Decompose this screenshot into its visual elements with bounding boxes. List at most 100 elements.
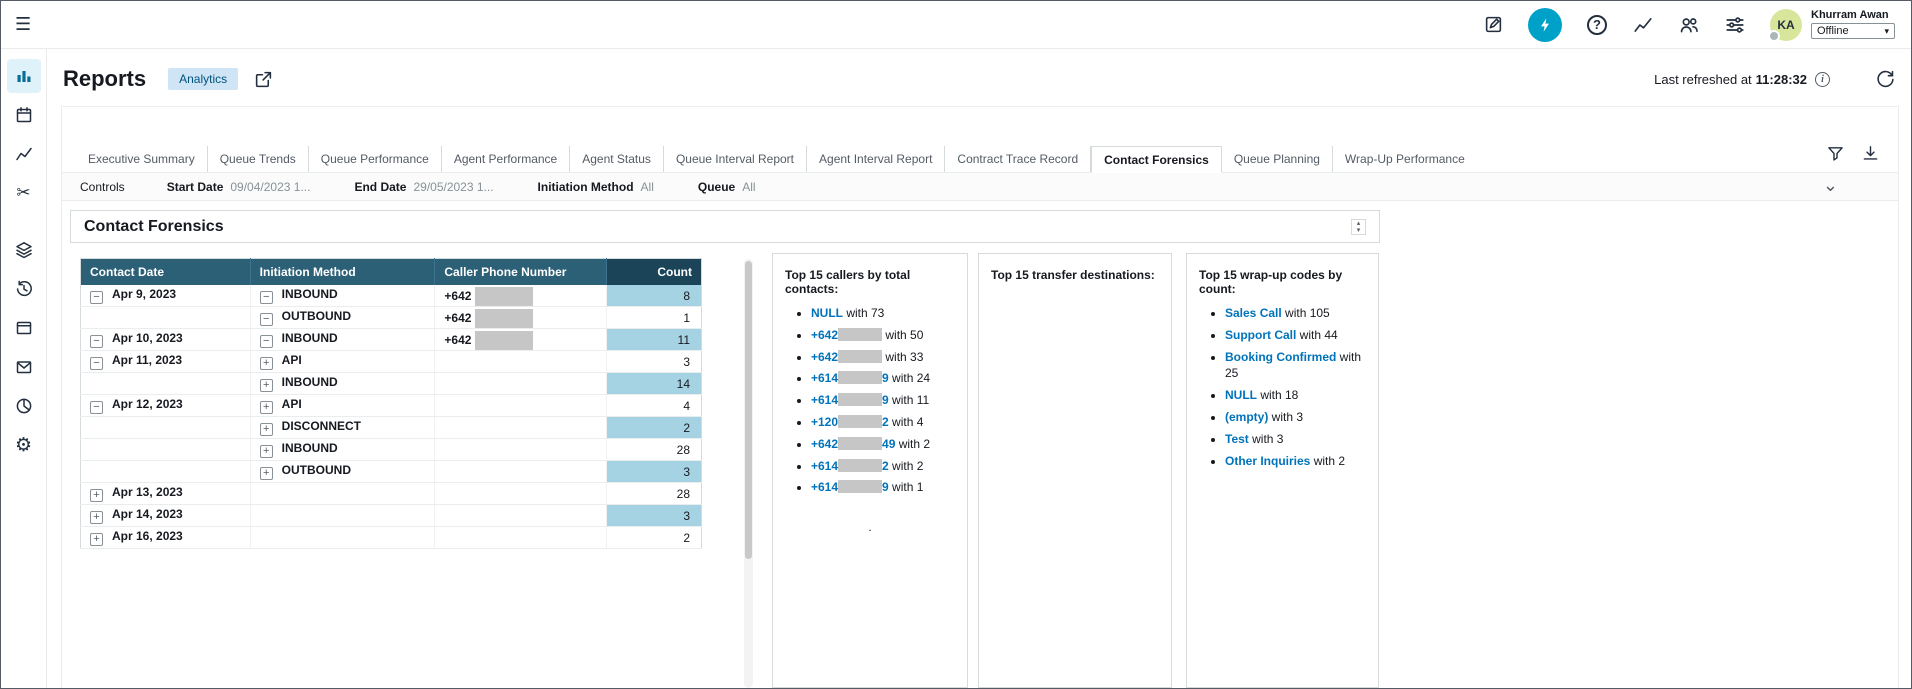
sidebar-item-window[interactable] xyxy=(7,311,41,345)
wrapup-item: Sales Call with 105 xyxy=(1225,305,1366,322)
scrollbar-thumb[interactable] xyxy=(745,261,752,559)
sidebar-item-gear[interactable] xyxy=(7,428,41,462)
reports-header: Reports Analytics Last refreshed at 11:2… xyxy=(63,61,1895,97)
sidebar-item-pie-chart[interactable] xyxy=(7,389,41,423)
wrapup-link[interactable]: Booking Confirmed xyxy=(1225,350,1336,364)
topbar: KA Khurram Awan Offline xyxy=(1,1,1911,49)
caller-link-suffix[interactable]: 9 xyxy=(882,393,889,407)
table-row: −Apr 12, 2023+API4 xyxy=(81,395,702,417)
card-actions xyxy=(1825,143,1880,163)
control-end-date[interactable]: End Date29/05/2023 1... xyxy=(354,180,493,194)
caller-link[interactable]: +120 xyxy=(811,415,838,429)
refresh-icon[interactable] xyxy=(1876,70,1895,89)
method-text: API xyxy=(282,353,302,367)
collapse-toggle-icon[interactable]: − xyxy=(260,335,273,348)
panel-title: Top 15 wrap-up codes by count: xyxy=(1199,268,1366,296)
sidebar-item-bar-chart[interactable] xyxy=(7,59,41,93)
caller-link[interactable]: NULL xyxy=(811,306,843,320)
tab-agent-performance[interactable]: Agent Performance xyxy=(442,146,570,172)
sidebar-item-line-chart[interactable] xyxy=(7,137,41,171)
tab-contract-trace-record[interactable]: Contract Trace Record xyxy=(945,146,1091,172)
expand-toggle-icon[interactable]: + xyxy=(260,379,273,392)
expand-toggle-icon[interactable]: + xyxy=(260,467,273,480)
expand-toggle-icon[interactable]: + xyxy=(260,357,273,370)
tab-agent-interval-report[interactable]: Agent Interval Report xyxy=(807,146,945,172)
status-dropdown[interactable]: Offline xyxy=(1811,23,1895,39)
caller-link[interactable]: +642 xyxy=(811,437,838,451)
hamburger-menu-icon[interactable] xyxy=(15,14,31,35)
sidebar-item-history[interactable] xyxy=(7,272,41,306)
collapse-toggle-icon[interactable]: − xyxy=(90,291,103,304)
tab-contact-forensics[interactable]: Contact Forensics xyxy=(1091,146,1222,173)
wrapup-link[interactable]: Support Call xyxy=(1225,328,1296,342)
caller-link[interactable]: +614 xyxy=(811,393,838,407)
cell-count: 3 xyxy=(607,505,702,527)
cell-caller-phone xyxy=(435,439,607,461)
sliders-icon[interactable] xyxy=(1724,14,1746,36)
lightning-icon[interactable] xyxy=(1528,8,1562,42)
cell-caller-phone xyxy=(435,395,607,417)
sidebar-item-layers[interactable] xyxy=(7,233,41,267)
caller-count: with 24 xyxy=(889,371,930,385)
download-icon[interactable] xyxy=(1860,143,1880,163)
caller-link-suffix[interactable]: 9 xyxy=(882,480,889,494)
caller-link[interactable]: +614 xyxy=(811,480,838,494)
sidebar-item-envelope[interactable] xyxy=(7,350,41,384)
tab-executive-summary[interactable]: Executive Summary xyxy=(76,146,208,172)
caller-link-suffix[interactable]: 2 xyxy=(882,415,889,429)
cell-count: 2 xyxy=(607,417,702,439)
cell-caller-phone xyxy=(435,351,607,373)
collapse-toggle-icon[interactable]: − xyxy=(260,313,273,326)
section-spinner[interactable] xyxy=(1351,219,1366,235)
question-icon[interactable] xyxy=(1586,14,1608,36)
caller-link-suffix[interactable]: 49 xyxy=(882,437,895,451)
external-link-icon[interactable] xyxy=(254,70,273,89)
expand-toggle-icon[interactable]: + xyxy=(260,401,273,414)
tab-queue-interval-report[interactable]: Queue Interval Report xyxy=(664,146,807,172)
wrapup-link[interactable]: Sales Call xyxy=(1225,306,1282,320)
wrapup-link[interactable]: Test xyxy=(1225,432,1249,446)
wrapup-link[interactable]: NULL xyxy=(1225,388,1257,402)
caller-link[interactable]: +642 xyxy=(811,328,838,342)
collapse-toggle-icon[interactable]: − xyxy=(90,335,103,348)
collapse-toggle-icon[interactable]: − xyxy=(260,291,273,304)
tab-queue-trends[interactable]: Queue Trends xyxy=(208,146,309,172)
note-icon[interactable] xyxy=(1482,14,1504,36)
caller-link-suffix[interactable]: 9 xyxy=(882,371,889,385)
wrapup-link[interactable]: (empty) xyxy=(1225,410,1268,424)
caller-link[interactable]: +614 xyxy=(811,371,838,385)
tab-wrap-up-performance[interactable]: Wrap-Up Performance xyxy=(1333,146,1477,172)
last-refreshed: Last refreshed at 11:28:32 xyxy=(1654,70,1895,89)
caller-link[interactable]: +614 xyxy=(811,459,838,473)
caller-link[interactable]: +642 xyxy=(811,350,838,364)
controls-collapse-chevron-icon[interactable] xyxy=(1823,179,1838,194)
control-start-date[interactable]: Start Date09/04/2023 1... xyxy=(167,180,311,194)
redaction-box xyxy=(475,331,533,350)
tab-agent-status[interactable]: Agent Status xyxy=(570,146,664,172)
caller-link-suffix[interactable]: 2 xyxy=(882,459,889,473)
caller-item: +642 with 33 xyxy=(811,349,955,366)
expand-toggle-icon[interactable]: + xyxy=(90,511,103,524)
expand-toggle-icon[interactable]: + xyxy=(90,489,103,502)
expand-toggle-icon[interactable]: + xyxy=(260,445,273,458)
control-initiation-method[interactable]: Initiation MethodAll xyxy=(538,180,654,194)
cell-count: 14 xyxy=(607,373,702,395)
sidebar-item-calendar[interactable] xyxy=(7,98,41,132)
tab-queue-performance[interactable]: Queue Performance xyxy=(309,146,442,172)
expand-toggle-icon[interactable]: + xyxy=(260,423,273,436)
filter-icon[interactable] xyxy=(1825,143,1845,163)
tab-queue-planning[interactable]: Queue Planning xyxy=(1222,146,1333,172)
collapse-toggle-icon[interactable]: − xyxy=(90,401,103,414)
avatar[interactable]: KA xyxy=(1770,9,1802,41)
wrapup-link[interactable]: Other Inquiries xyxy=(1225,454,1310,468)
expand-toggle-icon[interactable]: + xyxy=(90,533,103,546)
caller-count: with 4 xyxy=(889,415,924,429)
control-queue[interactable]: QueueAll xyxy=(698,180,756,194)
panel-wrapup-codes: Top 15 wrap-up codes by count: Sales Cal… xyxy=(1186,253,1379,688)
info-icon[interactable] xyxy=(1815,72,1830,87)
sidebar-item-scissors[interactable] xyxy=(7,176,41,210)
line-chart-icon[interactable] xyxy=(1632,14,1654,36)
caller-count: with 1 xyxy=(889,480,924,494)
users-icon[interactable] xyxy=(1678,14,1700,36)
collapse-toggle-icon[interactable]: − xyxy=(90,357,103,370)
